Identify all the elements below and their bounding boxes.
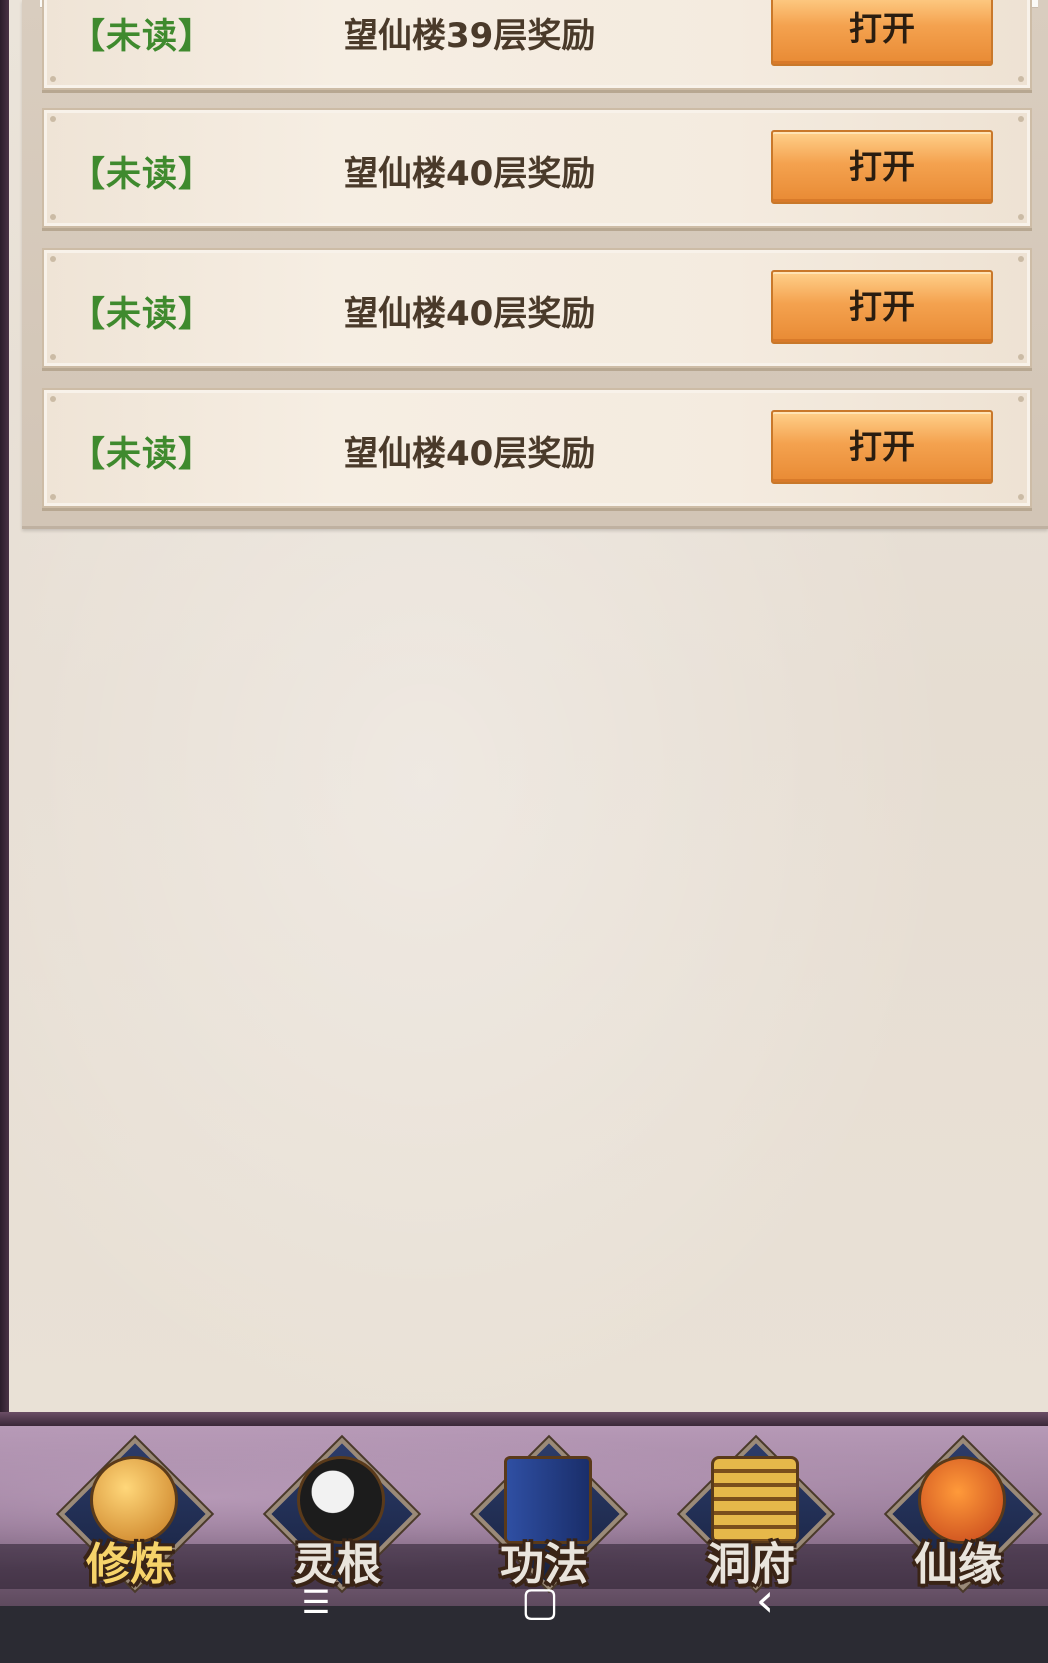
- nav-item-cave[interactable]: 洞府: [676, 1437, 833, 1596]
- nav-item-technique[interactable]: 功法: [469, 1437, 626, 1596]
- unread-status: 【未读】: [70, 295, 215, 335]
- unread-status: 【未读】: [70, 435, 215, 475]
- nav-item-fate[interactable]: 仙缘: [883, 1437, 1040, 1596]
- mail-title: 望仙楼40层奖励: [344, 434, 596, 474]
- home-icon[interactable]: ▢: [510, 1580, 570, 1637]
- mail-title: 望仙楼39层奖励: [344, 16, 596, 56]
- open-button[interactable]: 打开: [771, 270, 993, 344]
- back-icon[interactable]: ‹: [735, 1577, 795, 1635]
- mail-title: 望仙楼40层奖励: [344, 154, 596, 194]
- mail-row[interactable]: 【未读】 望仙楼40层奖励 打开: [42, 388, 1032, 508]
- panel-bottom-frame: [0, 1412, 1048, 1426]
- nav-label: 修炼: [86, 1539, 174, 1590]
- nav-label: 仙缘: [914, 1539, 1002, 1590]
- nav-item-spirit-root[interactable]: 灵根: [262, 1437, 419, 1596]
- open-button[interactable]: 打开: [771, 410, 993, 484]
- mail-row[interactable]: 【未读】 望仙楼39层奖励 打开: [42, 0, 1032, 90]
- open-button[interactable]: 打开: [771, 0, 993, 66]
- mail-row[interactable]: 【未读】 望仙楼40层奖励 打开: [42, 108, 1032, 228]
- open-button[interactable]: 打开: [771, 130, 993, 204]
- left-frame: [0, 0, 9, 1425]
- mail-row[interactable]: 【未读】 望仙楼40层奖励 打开: [42, 248, 1032, 368]
- unread-status: 【未读】: [70, 155, 215, 195]
- nav-item-cultivate[interactable]: 修炼: [55, 1437, 212, 1596]
- menu-icon[interactable]: ☰: [286, 1580, 346, 1637]
- mail-title: 望仙楼40层奖励: [344, 294, 596, 334]
- unread-status: 【未读】: [70, 17, 215, 57]
